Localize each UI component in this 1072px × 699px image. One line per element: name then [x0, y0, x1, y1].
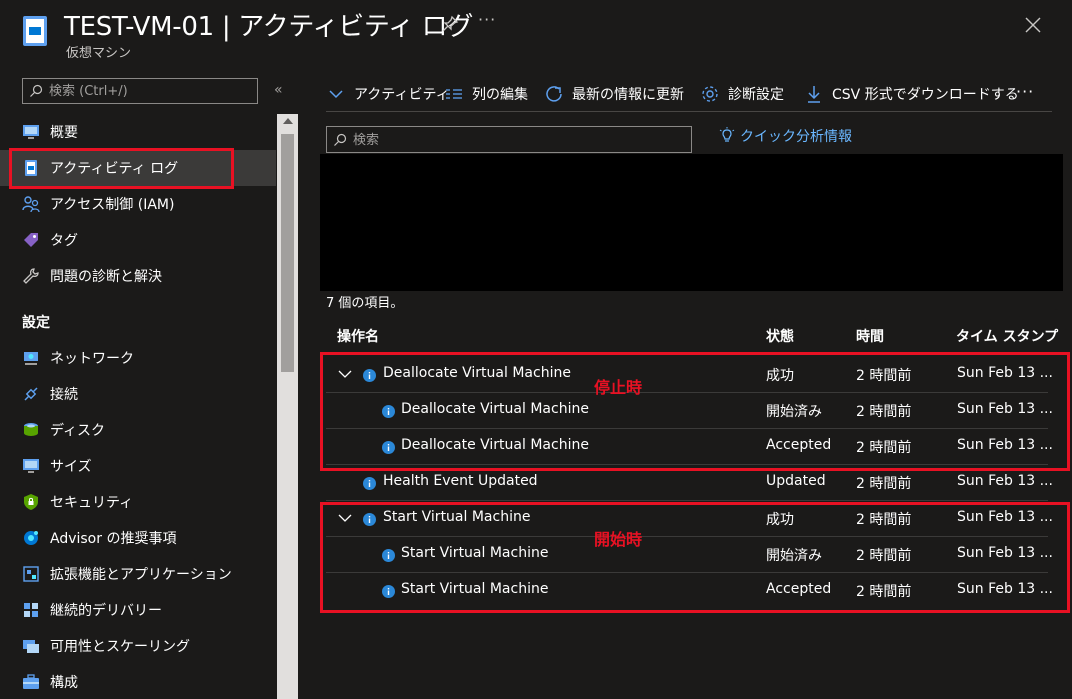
sidebar-item-label: ディスク	[50, 423, 106, 439]
highlight-activity-log	[9, 148, 234, 189]
sidebar-item-label: 接続	[50, 387, 78, 403]
sidebar-item-label: 構成	[50, 675, 78, 691]
sidebar-item-label: 継続的デリバリー	[50, 603, 162, 619]
sidebar-item-label: サイズ	[50, 459, 92, 475]
sidebar-item-label: 拡張機能とアプリケーション	[50, 567, 232, 583]
sidebar-item-label: ネットワーク	[50, 351, 134, 367]
sidebar-search-input[interactable]	[49, 81, 249, 101]
sidebar-item-label: 可用性とスケーリング	[50, 639, 190, 655]
sidebar-item-size[interactable]: サイズ	[0, 448, 276, 484]
search-icon	[30, 84, 43, 97]
column-header-operation[interactable]: 操作名	[337, 326, 379, 346]
sidebar-item-network[interactable]: ネットワーク	[0, 340, 276, 376]
sidebar-item-label: Advisor の推奨事項	[50, 531, 177, 547]
search-icon	[334, 133, 347, 146]
tag-icon	[24, 233, 38, 247]
quick-insights-link[interactable]: クイック分析情報	[718, 126, 852, 146]
timestamp: Sun Feb 13 ...	[957, 473, 1053, 489]
column-header-time[interactable]: 時間	[856, 326, 884, 346]
gear-icon	[702, 86, 718, 102]
connect-icon	[24, 387, 38, 401]
highlight-deallocate-group	[320, 352, 1070, 471]
edit-columns-button[interactable]: 列の編集	[444, 82, 528, 106]
sidebar-item-extensions[interactable]: 拡張機能とアプリケーション	[0, 556, 276, 592]
disk-icon	[24, 423, 38, 436]
highlight-start-group	[320, 502, 1070, 613]
command-bar: アクティビティ 列の編集 最新の情報に更新 診断設定 CSV 形式でダウンロード…	[326, 78, 1052, 112]
sidebar-item-label: 問題の診断と解決	[50, 269, 162, 285]
iam-icon	[22, 196, 40, 213]
operation-name[interactable]: Health Event Updated	[383, 473, 538, 489]
overview-icon	[23, 125, 39, 139]
sidebar-item-tags[interactable]: タグ	[0, 222, 276, 258]
extensions-icon	[23, 566, 39, 582]
sidebar-search[interactable]	[22, 78, 258, 104]
column-header-timestamp[interactable]: タイム スタンプ	[956, 326, 1058, 346]
blade-header: TEST-VM-01 | アクティビティ ログ 仮想マシン ···	[0, 0, 1072, 70]
sidebar-item-diagnose[interactable]: 問題の診断と解決	[0, 258, 276, 294]
column-header-status[interactable]: 状態	[766, 326, 794, 346]
sidebar-item-connect[interactable]: 接続	[0, 376, 276, 412]
refresh-button[interactable]: 最新の情報に更新	[544, 82, 684, 106]
sidebar-item-label: 概要	[50, 125, 78, 141]
status: Updated	[766, 473, 826, 489]
annotation-start: 開始時	[594, 530, 643, 549]
virtual-machine-icon	[23, 16, 47, 46]
sidebar-item-security[interactable]: セキュリティ	[0, 484, 276, 520]
page-subtitle: 仮想マシン	[66, 46, 132, 61]
security-icon	[24, 494, 38, 510]
diagnostic-settings-button[interactable]: 診断設定	[700, 82, 784, 106]
page-title: TEST-VM-01 | アクティビティ ログ	[64, 12, 474, 42]
sidebar-item-configuration[interactable]: 構成	[0, 664, 276, 699]
sidebar-item-availability[interactable]: 可用性とスケーリング	[0, 628, 276, 664]
sidebar-item-advisor[interactable]: Advisor の推奨事項	[0, 520, 276, 556]
more-options-icon[interactable]: ···	[478, 10, 496, 29]
lightbulb-icon	[719, 127, 735, 142]
delivery-icon	[24, 603, 38, 617]
columns-icon	[446, 89, 462, 99]
sidebar-item-label: タグ	[50, 233, 78, 249]
scroll-up-icon[interactable]	[283, 118, 293, 124]
table-header: 操作名 状態 時間 タイム スタンプ	[326, 326, 1058, 348]
item-count: 7 個の項目。	[326, 296, 404, 311]
sidebar-item-disk[interactable]: ディスク	[0, 412, 276, 448]
sidebar-item-overview[interactable]: 概要	[0, 114, 276, 150]
network-icon	[24, 352, 38, 365]
close-icon[interactable]	[1024, 16, 1042, 34]
refresh-icon	[546, 86, 562, 102]
download-icon	[808, 86, 820, 103]
availability-icon	[23, 640, 39, 653]
info-icon	[363, 477, 376, 490]
activity-search-input[interactable]	[353, 130, 673, 150]
sidebar-item-delivery[interactable]: 継続的デリバリー	[0, 592, 276, 628]
section-settings: 設定	[22, 315, 50, 331]
sidebar-scrollbar[interactable]	[277, 114, 298, 699]
activity-button[interactable]: アクティビティ	[326, 82, 450, 106]
annotation-stop: 停止時	[594, 378, 643, 397]
activity-search[interactable]	[326, 126, 692, 153]
wrench-icon	[23, 268, 39, 284]
chevron-down-icon	[329, 90, 343, 99]
more-commands-icon[interactable]: ···	[1016, 82, 1034, 101]
sidebar-item-label: セキュリティ	[50, 495, 134, 511]
time: 2 時間前	[856, 476, 912, 492]
configuration-icon	[23, 674, 39, 689]
collapse-sidebar-icon[interactable]: «	[274, 82, 283, 98]
pin-icon[interactable]	[441, 15, 459, 33]
scroll-thumb[interactable]	[281, 134, 294, 372]
sidebar-item-label: アクセス制御 (IAM)	[50, 197, 175, 213]
redacted-filter-area	[320, 154, 1063, 291]
download-csv-button[interactable]: CSV 形式でダウンロードする	[804, 82, 1019, 106]
advisor-icon	[24, 531, 38, 545]
size-icon	[23, 459, 39, 473]
sidebar-item-iam[interactable]: アクセス制御 (IAM)	[0, 186, 276, 222]
